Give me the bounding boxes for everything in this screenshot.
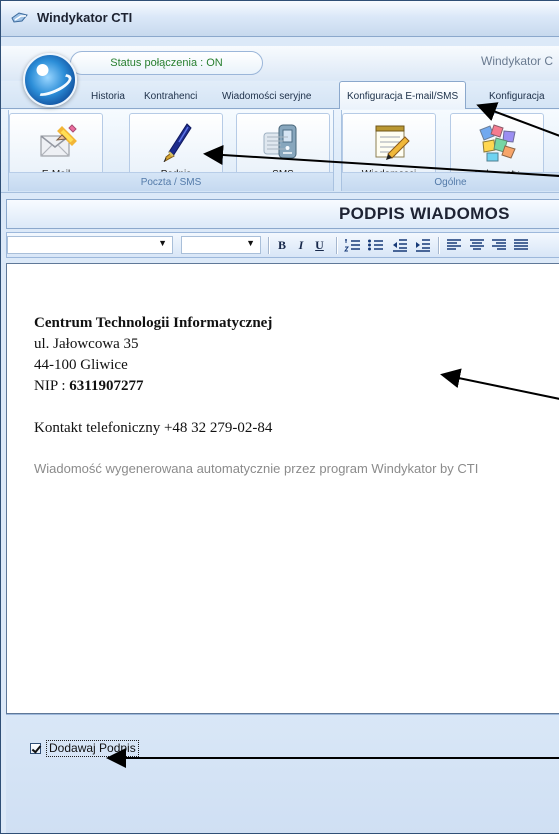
street-address: ul. Jałowcowa 35 <box>34 336 139 352</box>
tab-konfiguracja-email-sms[interactable]: Konfiguracja E-mail/SMS <box>339 81 467 110</box>
underline-button[interactable]: U <box>313 237 326 253</box>
chevron-down-icon: ▼ <box>158 238 167 248</box>
ribbon-group-poczta-sms: E-Mail Podpis <box>8 110 334 191</box>
app-icon <box>11 12 28 23</box>
align-center-icon[interactable] <box>469 237 485 253</box>
connection-status-bar: Status połączenia : ON Windykator C <box>1 46 559 80</box>
fountain-pen-icon <box>163 123 192 162</box>
indent-icon[interactable] <box>414 237 431 253</box>
numbered-list-icon[interactable] <box>344 237 361 253</box>
signature-editor[interactable]: Centrum Technologii Informatycznej ul. J… <box>6 263 559 714</box>
title-bar: Windykator CTI <box>1 1 559 37</box>
tab-konfiguracja[interactable]: Konfiguracja <box>489 87 545 107</box>
align-justify-icon[interactable] <box>513 237 529 253</box>
signature-options-panel: Dodawaj Podpis <box>6 714 559 833</box>
bullet-list-icon[interactable] <box>367 237 384 253</box>
signature-section-header: PODPIS WIADOMOS <box>6 199 559 229</box>
align-right-icon[interactable] <box>491 237 507 253</box>
tab-kontrahenci[interactable]: Kontrahenci <box>144 87 197 107</box>
font-family-select[interactable]: ▼ <box>7 236 173 254</box>
application-orb-button[interactable] <box>23 53 77 107</box>
ogolne-group-label: Ogólne <box>342 172 559 191</box>
nip-value: 6311907277 <box>69 378 144 394</box>
align-left-icon[interactable] <box>446 237 462 253</box>
email-envelope-pencil-icon <box>40 124 77 157</box>
editor-toolbar: ▼ ▼ B I U <box>6 232 559 258</box>
ribbon-group-ogolne: Wiadomosci Schematy Ogólne <box>341 110 559 191</box>
automatic-message-note: Wiadomość wygenerowana automatycznie prz… <box>34 461 479 476</box>
signature-content[interactable]: Centrum Technologii Informatycznej ul. J… <box>34 313 534 478</box>
tab-historia[interactable]: Historia <box>91 87 125 107</box>
company-name: Centrum Technologii Informatycznej <box>34 315 273 331</box>
signature-section-title: PODPIS WIADOMOS <box>339 204 510 223</box>
mobile-phone-icon <box>263 124 297 159</box>
ribbon: E-Mail Podpis <box>1 109 559 193</box>
brand-text: Windykator C <box>481 54 554 68</box>
outdent-icon[interactable] <box>391 237 408 253</box>
window-title: Windykator CTI <box>37 10 133 25</box>
windykator-window: Windykator CTI Status połączenia : ON Wi… <box>0 0 559 834</box>
add-signature-label[interactable]: Dodawaj Podpis <box>46 740 139 757</box>
toolbar-separator <box>336 237 337 254</box>
toolbar-separator <box>268 237 269 254</box>
add-signature-checkbox[interactable] <box>30 743 41 754</box>
font-size-select[interactable]: ▼ <box>181 236 261 254</box>
phone-line: Kontakt telefoniczny +48 32 279-02-84 <box>34 420 273 436</box>
italic-button[interactable]: I <box>295 237 307 253</box>
color-schemes-icon <box>479 124 516 162</box>
toolbar-separator <box>438 237 439 254</box>
connection-status: Status połączenia : ON <box>70 51 263 75</box>
bold-button[interactable]: B <box>275 237 289 253</box>
tab-wiadomosci-seryjne[interactable]: Wiadomości seryjne <box>222 87 311 107</box>
poczta-sms-group-label: Poczta / SMS <box>9 172 333 191</box>
postal-city: 44-100 Gliwice <box>34 357 128 373</box>
main-tabs: Historia Kontrahenci Wiadomości seryjne … <box>1 81 559 110</box>
nip-line: NIP : 6311907277 <box>34 376 534 397</box>
nip-label: NIP : <box>34 378 70 394</box>
chevron-down-icon: ▼ <box>246 238 255 248</box>
notepad-pencil-icon <box>375 125 410 160</box>
